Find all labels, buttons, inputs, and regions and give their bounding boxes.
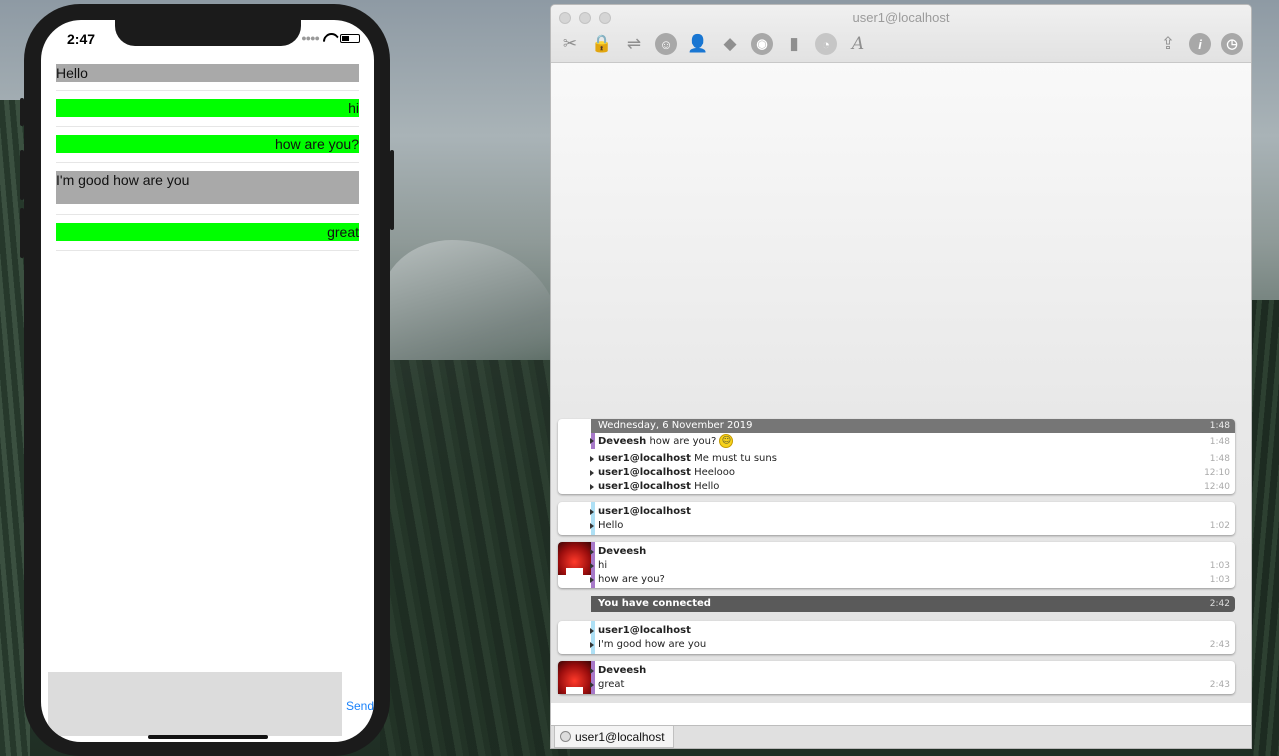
clock-icon[interactable]: ◷ [1220,32,1244,56]
smiley-icon[interactable]: ☺ [654,32,678,56]
phone-screen: 2:47 ●●●● Hello hi how are you? I'm good… [41,20,374,742]
message-row: how are you? [56,127,359,163]
status-time: 2:47 [67,31,96,47]
battery-icon [340,33,360,43]
tab-user1[interactable]: user1@localhost [554,726,674,748]
chat-input-field[interactable] [551,703,1251,725]
message-log: Wednesday, 6 November 2019 1:48 Deveesh … [551,63,1251,703]
notch [115,20,301,46]
message-group: Deveesh hi 1:03 how are you? 1:03 [558,542,1235,588]
message-input[interactable] [48,672,342,736]
message-bubble-incoming: I'm good how are you [56,171,359,204]
message-group: user1@localhost Hello 1:02 [558,502,1235,535]
message-group: Deveesh great 2:43 [558,661,1235,694]
history-date: Wednesday, 6 November 2019 [598,420,753,431]
history-group: Wednesday, 6 November 2019 1:48 Deveesh … [558,419,1235,494]
history-line: user1@localhost Me must tu suns 1:48 [590,452,1235,466]
signpost-icon[interactable]: ⇌ [622,32,646,56]
adium-chat-window: user1@localhost ✂ 🔒 ⇌ ☺ 👤 ◆ ◉ ▮ ◔ A ⇪ i … [550,4,1252,749]
window-title: user1@localhost [852,10,950,25]
message-sender: Deveesh [590,545,1235,559]
message-row: I'm good how are you [56,163,359,215]
volume-up-button [20,150,24,200]
tab-bar: user1@localhost [551,725,1251,748]
pie-icon[interactable]: ◔ [814,32,838,56]
history-date-time: 1:48 [1209,421,1230,431]
wifi-icon [323,33,336,43]
status-bubble-icon [560,731,571,742]
status-message: You have connected 2:42 [591,596,1235,612]
font-icon[interactable]: A [846,32,870,56]
status-icons: ●●●● [301,33,360,43]
message-row: hi [56,91,359,127]
power-button [390,150,394,230]
wallpaper-forest-right [1250,300,1279,756]
wallpaper-forest [380,360,570,756]
message-sender: user1@localhost [590,505,1235,519]
history-line: Deveesh how are you? ☺ 1:48 [590,434,1235,450]
message-line: I'm good how are you 2:43 [590,638,1235,652]
cd-icon[interactable]: ◉ [750,32,774,56]
message-row: Hello [56,63,359,91]
tools-icon[interactable]: ✂ [558,32,582,56]
home-indicator[interactable] [148,735,268,739]
history-line: user1@localhost Heelooo 12:10 [590,466,1235,480]
avatar [558,542,591,575]
avatar [558,661,591,694]
message-bubble-outgoing: great [56,223,359,241]
message-bubble-outgoing: hi [56,99,359,117]
contact-icon[interactable]: 👤 [686,32,710,56]
history-date-header: Wednesday, 6 November 2019 1:48 [591,419,1235,433]
smiley-emoticon-icon: ☺ [719,434,734,448]
signal-icon: ●●●● [301,33,320,43]
send-button[interactable]: Send [346,699,374,713]
message-sender: Deveesh [590,664,1235,678]
mute-switch [20,98,24,126]
send-file-icon[interactable]: ⇪ [1156,32,1180,56]
history-line: user1@localhost Hello 12:40 [590,480,1235,494]
message-sender: user1@localhost [590,624,1235,638]
message-bubble-incoming: Hello [56,64,359,82]
volume-down-button [20,208,24,258]
message-line: Hello 1:02 [590,519,1235,533]
message-line: great 2:43 [590,678,1235,692]
address-book-icon[interactable]: ▮ [782,32,806,56]
message-line: hi 1:03 [590,559,1235,573]
info-icon[interactable]: i [1188,32,1212,56]
lock-icon[interactable]: 🔒 [590,32,614,56]
titlebar: user1@localhost ✂ 🔒 ⇌ ☺ 👤 ◆ ◉ ▮ ◔ A ⇪ i … [551,5,1251,63]
message-bubble-outgoing: how are you? [56,135,359,153]
message-group: user1@localhost I'm good how are you 2:4… [558,621,1235,654]
message-row: great [56,215,359,251]
direct-connect-icon[interactable]: ◆ [718,32,742,56]
message-line: how are you? 1:03 [590,573,1235,587]
